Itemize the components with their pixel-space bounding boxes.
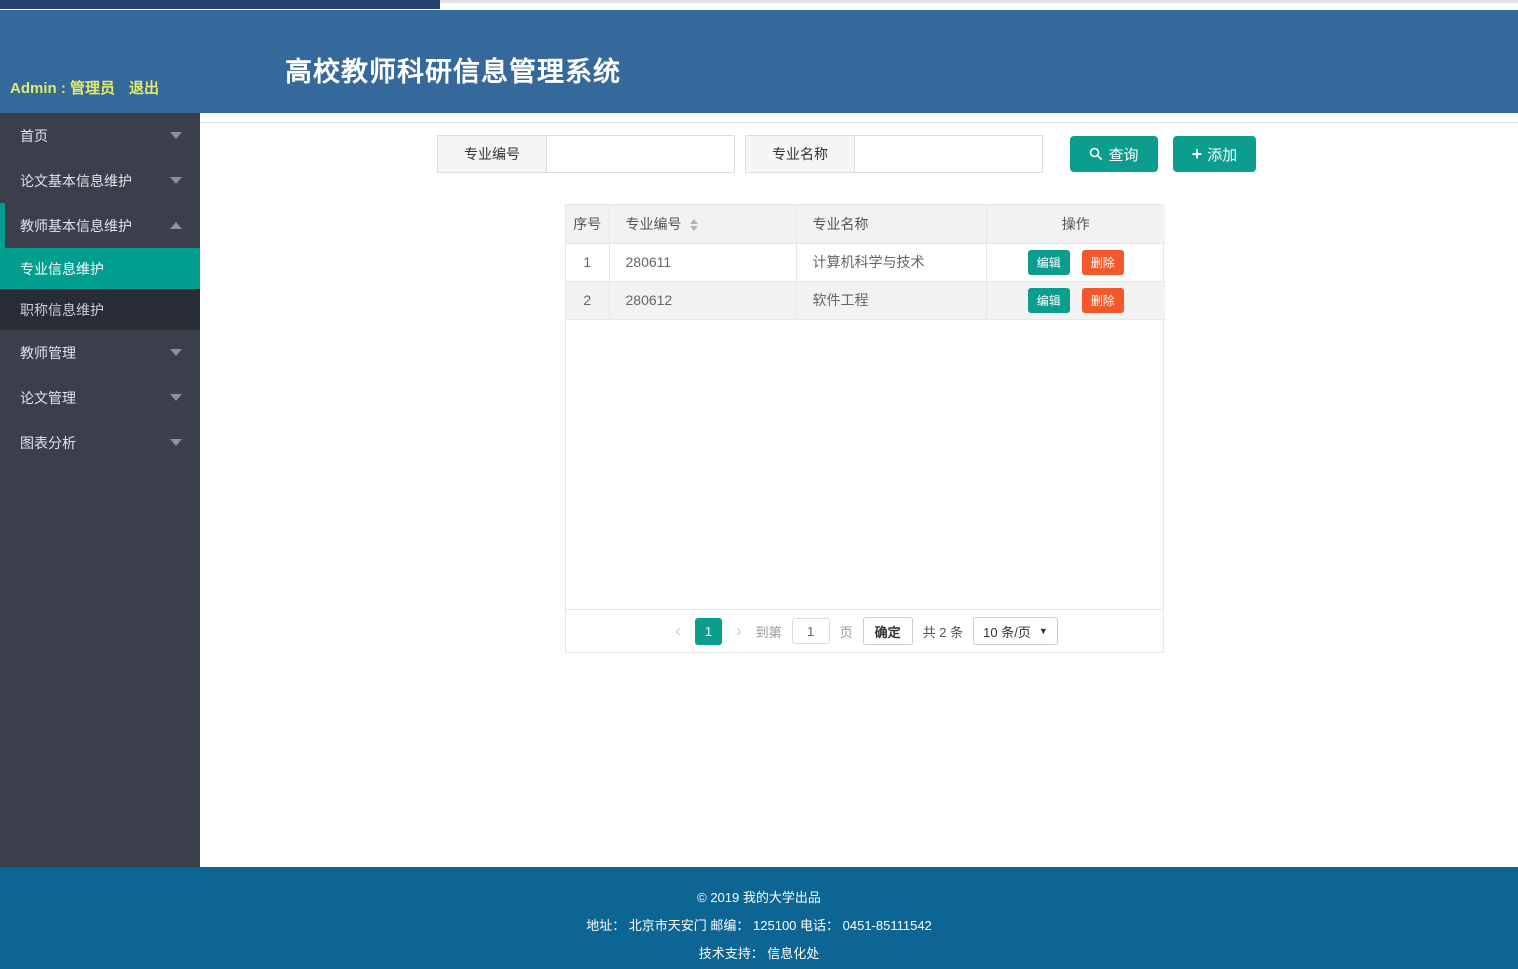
chevron-down-icon [170,439,182,446]
search-icon [1090,147,1103,161]
prev-page-icon[interactable]: ‹ [671,621,685,641]
page-unit-label: 页 [839,624,853,640]
goto-label: 到第 [755,624,782,640]
sidebar-item-title-info[interactable]: 职称信息维护 [0,289,200,330]
main-content: 专业编号 专业名称 查询 + 添加 序号 专业编号 专业名称 操作 1 2806… [200,113,1518,867]
row-name: 软件工程 [796,281,987,320]
edit-button[interactable]: 编辑 [1027,249,1070,275]
footer-copyright: © 2019 我的大学出品 [697,890,821,905]
content-divider [200,122,1518,123]
pagination-bar: ‹ 1 › 到第 页 确定 共 2 条 10 条/页 ▼ [566,609,1163,652]
admin-bar: Admin : 管理员 退出 [10,77,159,98]
sidebar-item-chart-analysis[interactable]: 图表分析 [0,420,200,465]
row-index: 1 [566,243,610,282]
query-button[interactable]: 查询 [1070,136,1158,172]
col-header-name: 专业名称 [796,205,987,244]
major-name-label: 专业名称 [745,135,855,173]
table-row: 2 280612 软件工程 编辑 删除 [566,281,1165,320]
chevron-down-icon [170,394,182,401]
page-number-button[interactable]: 1 [694,617,722,645]
footer-contact: 地址： 北京市天安门 邮编： 125100 电话： 0451-85111542 [586,918,932,933]
sidebar-item-home[interactable]: 首页 [0,113,200,158]
row-name: 计算机科学与技术 [796,243,987,282]
sort-icon[interactable] [689,219,698,232]
sidebar-item-paper-mgmt[interactable]: 论文管理 [0,375,200,420]
major-name-search-group: 专业名称 [745,135,1043,173]
sidebar-item-paper-base-info[interactable]: 论文基本信息维护 [0,158,200,203]
total-count-label: 共 2 条 [922,624,964,640]
edit-button[interactable]: 编辑 [1027,287,1070,313]
chevron-down-icon [170,132,182,139]
chevron-down-icon [170,177,182,184]
plus-icon: + [1191,144,1203,164]
caret-down-icon: ▼ [1038,626,1048,636]
sidebar-item-major-info[interactable]: 专业信息维护 [0,248,200,289]
col-header-index: 序号 [566,205,610,244]
table-empty-area [566,320,1163,610]
major-code-input[interactable] [547,135,735,173]
add-button[interactable]: + 添加 [1173,136,1256,172]
row-code: 280611 [609,243,797,282]
major-code-label: 专业编号 [437,135,547,173]
sidebar-item-teacher-base-info[interactable]: 教师基本信息维护 [0,203,200,248]
top-strip-dark-segment [0,0,440,9]
app-header: Admin : 管理员 退出 高校教师科研信息管理系统 [0,10,1518,113]
major-code-search-group: 专业编号 [437,135,735,173]
page-title: 高校教师科研信息管理系统 [285,57,621,87]
col-header-code: 专业编号 [609,205,797,244]
per-page-select[interactable]: 10 条/页 ▼ [973,617,1058,645]
delete-button[interactable]: 删除 [1081,249,1124,275]
major-table-container: 序号 专业编号 专业名称 操作 1 280611 计算机科学与技术 编辑删除 [565,204,1165,653]
delete-button[interactable]: 删除 [1081,287,1124,313]
table-row: 1 280611 计算机科学与技术 编辑 删除 [566,243,1165,282]
chevron-down-icon [170,349,182,356]
logout-link[interactable]: 退出 [129,80,159,97]
col-header-actions: 操作 [986,205,1165,244]
major-table: 序号 专业编号 专业名称 操作 1 280611 计算机科学与技术 编辑删除 [566,205,1165,320]
confirm-button[interactable]: 确定 [862,617,913,645]
sidebar: 首页 论文基本信息维护 教师基本信息维护 专业信息维护 职称信息维护 教师管理 … [0,113,200,867]
sidebar-item-teacher-mgmt[interactable]: 教师管理 [0,330,200,375]
table-header-row: 序号 专业编号 专业名称 操作 [566,205,1165,244]
row-code: 280612 [609,281,797,320]
goto-page-input[interactable] [791,618,830,644]
chevron-up-icon [170,222,182,229]
page-footer: © 2019 我的大学出品 地址： 北京市天安门 邮编： 125100 电话： … [0,867,1518,969]
row-index: 2 [566,281,610,320]
browser-top-strip [0,0,1518,10]
next-page-icon[interactable]: › [732,621,746,641]
admin-user-label: Admin : 管理员 [10,80,115,97]
major-name-input[interactable] [855,135,1043,173]
footer-support: 技术支持： 信息化处 [698,946,820,961]
